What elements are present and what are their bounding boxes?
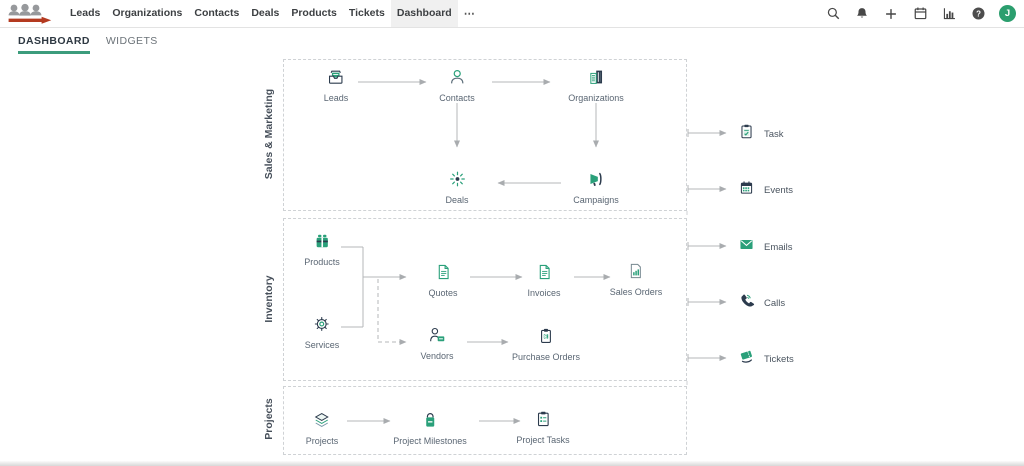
projects-icon [313, 411, 331, 434]
zone-projects [283, 386, 687, 455]
people-arrow-logo-icon [6, 3, 54, 25]
products-icon [313, 232, 331, 255]
search-icon[interactable] [825, 6, 841, 22]
vendors-icon [428, 326, 446, 349]
node-label: Organizations [568, 93, 624, 103]
dashboard-tabbar: DASHBOARD WIDGETS [0, 28, 1024, 54]
side-item-calls[interactable]: Calls [738, 292, 785, 314]
services-icon [313, 315, 331, 338]
node-label: Invoices [527, 288, 560, 298]
calls-icon [738, 292, 755, 314]
plus-icon[interactable] [883, 6, 899, 22]
side-item-events[interactable]: Events [738, 179, 793, 201]
node-quotes[interactable]: Quotes [428, 263, 457, 298]
nav-more-button[interactable]: ⋯ [458, 7, 482, 20]
node-sales-orders[interactable]: Sales Orders [610, 262, 663, 297]
campaigns-icon [587, 170, 605, 193]
window-bottom-edge [0, 461, 1024, 466]
node-products[interactable]: Products [304, 232, 340, 267]
node-label: Quotes [428, 288, 457, 298]
calendar-icon[interactable] [912, 6, 928, 22]
chart-icon[interactable] [941, 6, 957, 22]
zone-inventory [283, 218, 687, 381]
crm-logo[interactable] [6, 3, 54, 25]
events-icon [738, 179, 755, 201]
deals-icon [448, 170, 466, 193]
node-label: Vendors [420, 351, 453, 361]
nav-item-products[interactable]: Products [285, 0, 343, 27]
node-project-tasks[interactable]: Project Tasks [516, 410, 569, 445]
side-item-task[interactable]: Task [738, 123, 784, 145]
main-menu: Leads Organizations Contacts Deals Produ… [64, 0, 482, 27]
side-item-tickets[interactable]: Tickets [738, 348, 794, 370]
node-vendors[interactable]: Vendors [420, 326, 453, 361]
side-item-label: Events [764, 185, 793, 196]
nav-item-tickets[interactable]: Tickets [343, 0, 391, 27]
section-label-projects: Projects [263, 339, 275, 466]
purchase-orders-icon [537, 327, 555, 350]
node-label: Project Milestones [393, 436, 467, 446]
side-item-label: Calls [764, 298, 785, 309]
navbar-actions: ? J [825, 5, 1024, 22]
side-item-label: Task [764, 129, 784, 140]
node-label: Purchase Orders [512, 352, 580, 362]
tickets-icon [738, 348, 755, 370]
node-label: Services [305, 340, 340, 350]
node-services[interactable]: Services [305, 315, 340, 350]
node-label: Campaigns [573, 195, 619, 205]
invoices-icon [535, 263, 553, 286]
emails-icon [738, 236, 755, 258]
node-leads[interactable]: Leads [324, 68, 349, 103]
node-projects[interactable]: Projects [306, 411, 339, 446]
node-project-milestones[interactable]: Project Milestones [393, 411, 467, 446]
user-avatar[interactable]: J [999, 5, 1016, 22]
tab-dashboard[interactable]: DASHBOARD [18, 28, 90, 54]
task-icon [738, 123, 755, 145]
bell-icon[interactable] [854, 6, 870, 22]
top-navbar: Leads Organizations Contacts Deals Produ… [0, 0, 1024, 28]
node-campaigns[interactable]: Campaigns [573, 170, 619, 205]
node-organizations[interactable]: Organizations [568, 68, 624, 103]
quotes-icon [434, 263, 452, 286]
node-label: Project Tasks [516, 435, 569, 445]
project-tasks-icon [534, 410, 552, 433]
nav-item-leads[interactable]: Leads [64, 0, 106, 27]
side-item-emails[interactable]: Emails [738, 236, 793, 258]
nav-item-contacts[interactable]: Contacts [188, 0, 245, 27]
leads-icon [327, 68, 345, 91]
help-icon[interactable]: ? [970, 6, 986, 22]
node-deals[interactable]: Deals [445, 170, 468, 205]
project-milestones-icon [421, 411, 439, 434]
nav-item-deals[interactable]: Deals [245, 0, 285, 27]
node-label: Projects [306, 436, 339, 446]
svg-text:?: ? [976, 10, 981, 19]
tab-widgets[interactable]: WIDGETS [106, 28, 158, 54]
node-label: Products [304, 257, 340, 267]
node-invoices[interactable]: Invoices [527, 263, 560, 298]
node-label: Leads [324, 93, 349, 103]
nav-item-organizations[interactable]: Organizations [106, 0, 188, 27]
node-label: Sales Orders [610, 287, 663, 297]
sales-orders-icon [627, 262, 645, 285]
contacts-icon [448, 68, 466, 91]
organizations-icon [587, 68, 605, 91]
side-item-label: Emails [764, 242, 793, 253]
section-label-sales-marketing: Sales & Marketing [263, 54, 275, 214]
node-purchase-orders[interactable]: Purchase Orders [512, 327, 580, 362]
node-label: Deals [445, 195, 468, 205]
app-window: Leads Organizations Contacts Deals Produ… [0, 0, 1024, 466]
side-item-label: Tickets [764, 354, 794, 365]
nav-item-dashboard[interactable]: Dashboard [391, 0, 458, 27]
node-label: Contacts [439, 93, 475, 103]
node-contacts[interactable]: Contacts [439, 68, 475, 103]
